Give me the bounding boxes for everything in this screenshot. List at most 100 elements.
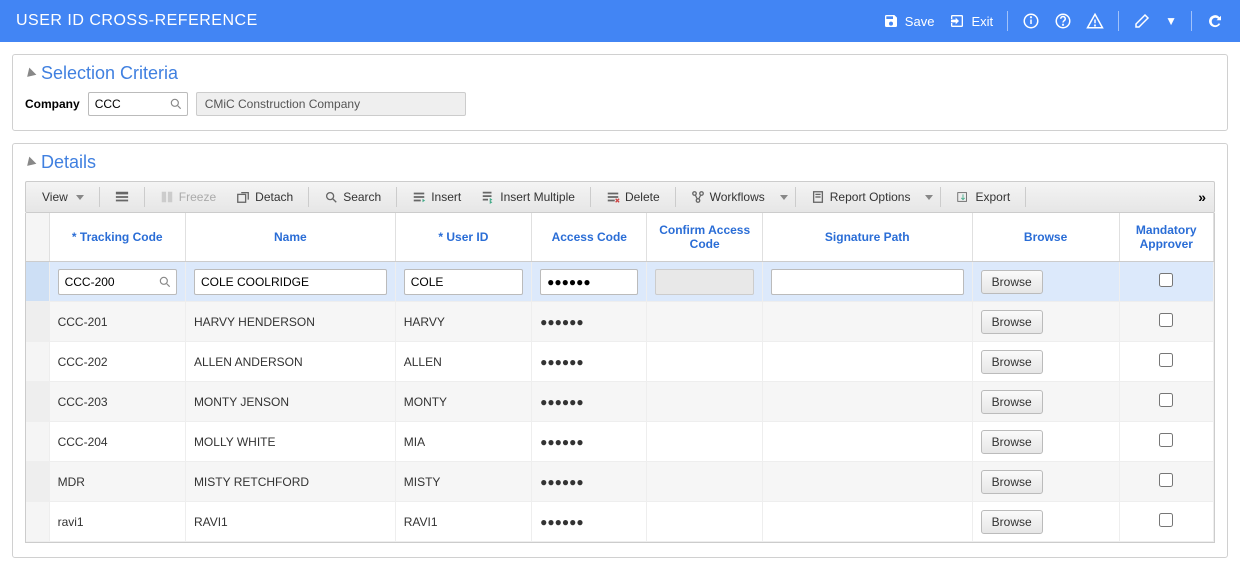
signature-path-cell[interactable] xyxy=(762,462,972,502)
name-cell[interactable]: MISTY RETCHFORD xyxy=(185,462,395,502)
dropdown-caret-icon[interactable]: ▼ xyxy=(1165,14,1177,28)
tracking-code-cell[interactable]: CCC-202 xyxy=(49,342,185,382)
separator xyxy=(590,187,591,207)
browse-button[interactable]: Browse xyxy=(981,510,1043,534)
search-icon[interactable] xyxy=(169,97,183,111)
user-id-cell[interactable]: ALLEN xyxy=(395,342,531,382)
detach-button[interactable]: Detach xyxy=(228,186,301,208)
signature-path-cell[interactable] xyxy=(762,502,972,542)
insert-multiple-icon xyxy=(481,190,495,204)
user-id-cell[interactable]: MISTY xyxy=(395,462,531,502)
caret-down-icon[interactable] xyxy=(780,195,788,200)
caret-down-icon[interactable] xyxy=(925,195,933,200)
name-cell[interactable]: RAVI1 xyxy=(185,502,395,542)
mandatory-approver-checkbox[interactable] xyxy=(1159,393,1173,407)
more-toolbar-icon[interactable]: » xyxy=(1198,189,1206,205)
info-icon[interactable] xyxy=(1022,12,1040,30)
name-cell[interactable]: MONTY JENSON xyxy=(185,382,395,422)
user-id-cell[interactable]: HARVY xyxy=(395,302,531,342)
name-cell[interactable]: MOLLY WHITE xyxy=(185,422,395,462)
access-code-cell[interactable]: ●●●●●● xyxy=(532,342,647,382)
row-selector[interactable] xyxy=(26,502,49,542)
col-tracking-code[interactable]: * Tracking Code xyxy=(49,213,185,262)
tracking-code-cell[interactable]: MDR xyxy=(49,462,185,502)
mandatory-approver-checkbox[interactable] xyxy=(1159,313,1173,327)
details-title[interactable]: Details xyxy=(25,152,1215,173)
mandatory-approver-checkbox[interactable] xyxy=(1159,273,1173,287)
access-code-cell[interactable]: ●●●●●● xyxy=(532,382,647,422)
name-cell[interactable]: HARVY HENDERSON xyxy=(185,302,395,342)
search-button[interactable]: Search xyxy=(316,186,389,208)
row-selector[interactable] xyxy=(26,262,49,302)
col-access-code[interactable]: Access Code xyxy=(532,213,647,262)
access-code-input[interactable] xyxy=(540,269,638,295)
browse-button[interactable]: Browse xyxy=(981,390,1043,414)
col-confirm-access[interactable]: Confirm Access Code xyxy=(647,213,762,262)
search-icon[interactable] xyxy=(158,275,172,289)
user-id-cell[interactable]: MIA xyxy=(395,422,531,462)
mandatory-approver-checkbox[interactable] xyxy=(1159,513,1173,527)
row-selector[interactable] xyxy=(26,302,49,342)
freeze-button[interactable]: Freeze xyxy=(152,186,224,208)
mandatory-approver-checkbox[interactable] xyxy=(1159,433,1173,447)
browse-button[interactable]: Browse xyxy=(981,470,1043,494)
col-mandatory-approver[interactable]: Mandatory Approver xyxy=(1119,213,1213,262)
col-browse[interactable]: Browse xyxy=(972,213,1119,262)
insert-multiple-button[interactable]: Insert Multiple xyxy=(473,186,583,208)
export-button[interactable]: Export xyxy=(948,186,1018,208)
signature-path-input[interactable] xyxy=(771,269,964,295)
signature-path-cell[interactable] xyxy=(762,302,972,342)
row-selector[interactable] xyxy=(26,342,49,382)
tracking-code-cell[interactable]: CCC-201 xyxy=(49,302,185,342)
access-code-cell[interactable]: ●●●●●● xyxy=(532,462,647,502)
table-row[interactable]: CCC-202ALLEN ANDERSONALLEN●●●●●● Browse xyxy=(26,342,1214,382)
user-id-cell[interactable]: MONTY xyxy=(395,382,531,422)
name-cell[interactable]: ALLEN ANDERSON xyxy=(185,342,395,382)
name-input[interactable] xyxy=(194,269,387,295)
exit-button[interactable]: Exit xyxy=(948,12,993,30)
access-code-cell[interactable]: ●●●●●● xyxy=(532,422,647,462)
signature-path-cell[interactable] xyxy=(762,342,972,382)
tracking-code-cell[interactable]: CCC-204 xyxy=(49,422,185,462)
table-row[interactable]: ravi1RAVI1RAVI1●●●●●●Browse xyxy=(26,502,1214,542)
view-menu[interactable]: View xyxy=(34,186,92,208)
col-user-id[interactable]: * User ID xyxy=(395,213,531,262)
mandatory-approver-checkbox[interactable] xyxy=(1159,473,1173,487)
mandatory-approver-checkbox[interactable] xyxy=(1159,353,1173,367)
table-row[interactable]: CCC-203MONTY JENSONMONTY●●●●●● Browse xyxy=(26,382,1214,422)
user-id-input[interactable] xyxy=(404,269,523,295)
confirm-access-cell xyxy=(647,342,762,382)
help-icon[interactable] xyxy=(1054,12,1072,30)
browse-button[interactable]: Browse xyxy=(981,430,1043,454)
row-selector[interactable] xyxy=(26,382,49,422)
col-signature-path[interactable]: Signature Path xyxy=(762,213,972,262)
row-selector[interactable] xyxy=(26,462,49,502)
workflows-button[interactable]: Workflows xyxy=(683,186,773,208)
delete-button[interactable]: Delete xyxy=(598,186,668,208)
signature-path-cell[interactable] xyxy=(762,422,972,462)
browse-button[interactable]: Browse xyxy=(981,270,1043,294)
table-row[interactable]: MDRMISTY RETCHFORDMISTY●●●●●● Browse xyxy=(26,462,1214,502)
browse-button[interactable]: Browse xyxy=(981,350,1043,374)
selection-criteria-title[interactable]: Selection Criteria xyxy=(25,63,1215,84)
refresh-icon[interactable] xyxy=(1206,12,1224,30)
report-options-button[interactable]: Report Options xyxy=(803,186,919,208)
save-button[interactable]: Save xyxy=(882,12,935,30)
access-code-cell[interactable]: ●●●●●● xyxy=(532,302,647,342)
edit-icon[interactable] xyxy=(1133,12,1151,30)
table-row[interactable]: Browse xyxy=(26,262,1214,302)
tracking-code-cell[interactable]: CCC-203 xyxy=(49,382,185,422)
table-row[interactable]: CCC-204MOLLY WHITEMIA●●●●●● Browse xyxy=(26,422,1214,462)
details-table: * Tracking Code Name * User ID Access Co… xyxy=(26,213,1214,542)
col-name[interactable]: Name xyxy=(185,213,395,262)
user-id-cell[interactable]: RAVI1 xyxy=(395,502,531,542)
table-row[interactable]: CCC-201HARVY HENDERSONHARVY●●●●●● Browse xyxy=(26,302,1214,342)
browse-button[interactable]: Browse xyxy=(981,310,1043,334)
form-mode-button[interactable] xyxy=(107,186,137,208)
insert-button[interactable]: Insert xyxy=(404,186,469,208)
tracking-code-cell[interactable]: ravi1 xyxy=(49,502,185,542)
warning-icon[interactable] xyxy=(1086,12,1104,30)
signature-path-cell[interactable] xyxy=(762,382,972,422)
row-selector[interactable] xyxy=(26,422,49,462)
access-code-cell[interactable]: ●●●●●● xyxy=(532,502,647,542)
